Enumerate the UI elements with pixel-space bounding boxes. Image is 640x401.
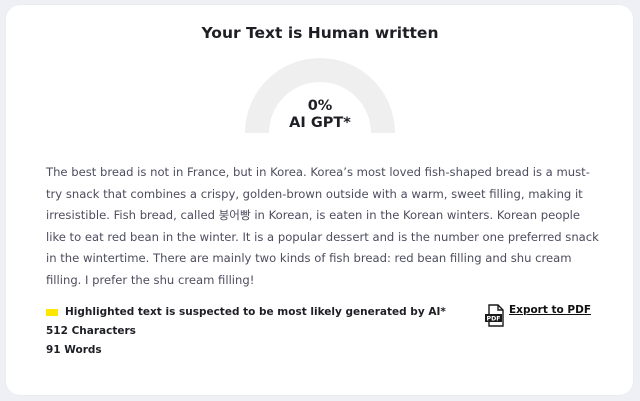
- ai-score: 0% AI GPT*: [0, 98, 640, 132]
- word-count: 91 Words: [46, 344, 102, 356]
- highlight-legend: Highlighted text is suspected to be most…: [46, 306, 446, 318]
- analyzed-text: The best bread is not in France, but in …: [46, 165, 599, 287]
- pdf-icon: PDF: [485, 304, 504, 327]
- result-title: Your Text is Human written: [201, 24, 439, 42]
- export-label[interactable]: Export to PDF: [509, 304, 591, 316]
- character-count: 512 Characters: [46, 325, 136, 337]
- highlight-swatch: [46, 308, 58, 316]
- export-to-pdf-button[interactable]: PDF Export to PDF: [484, 304, 591, 328]
- highlight-note: Highlighted text is suspected to be most…: [65, 306, 446, 318]
- ai-score-caption: AI GPT*: [289, 115, 351, 131]
- ai-score-percent: 0%: [307, 98, 333, 114]
- svg-text:PDF: PDF: [487, 316, 501, 323]
